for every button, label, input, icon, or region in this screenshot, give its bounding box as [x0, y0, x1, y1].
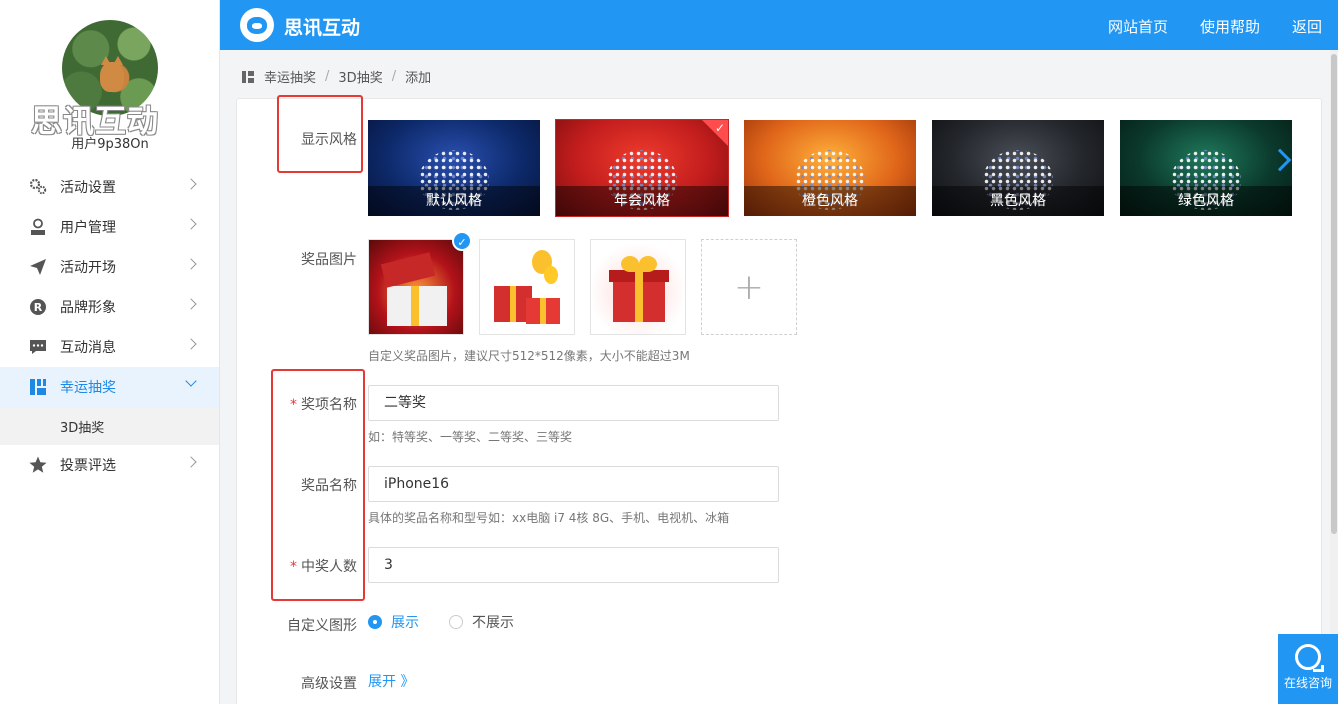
- chevron-down-icon: [185, 375, 197, 387]
- breadcrumb: 幸运抽奖 / 3D抽奖 / 添加: [242, 67, 431, 86]
- username: 用户9p38On: [71, 137, 149, 152]
- expand-advanced-link[interactable]: 展开 》: [368, 671, 414, 691]
- award-name-input[interactable]: 二等奖: [368, 385, 779, 421]
- style-gallery: 默认风格 ✓ 年会风格 橙色风格 黑色风格 绿色风格: [368, 119, 1292, 217]
- scrollbar-thumb[interactable]: [1331, 54, 1337, 534]
- nav-home-link[interactable]: 网站首页: [1108, 16, 1168, 37]
- breadcrumb-3d-draw[interactable]: 3D抽奖: [338, 67, 382, 86]
- main-content: 幸运抽奖 / 3D抽奖 / 添加 显示风格 默认风格 ✓ 年会风格 橙色风格 黑…: [220, 50, 1330, 704]
- chevron-right-icon: [185, 178, 197, 190]
- sidebar-item-label: 投票评选: [60, 458, 116, 474]
- logo-text: 思讯互动: [284, 17, 361, 39]
- svg-text:R: R: [34, 301, 43, 314]
- form-card: 显示风格 默认风格 ✓ 年会风格 橙色风格 黑色风格 绿色风格 奖品图片 ✓ +…: [236, 95, 1322, 704]
- prize-image-3[interactable]: [590, 239, 686, 335]
- top-nav: 网站首页 使用帮助 返回: [1108, 16, 1322, 37]
- breadcrumb-add: 添加: [405, 71, 432, 86]
- prize-image-2[interactable]: [479, 239, 575, 335]
- breadcrumb-lucky-draw[interactable]: 幸运抽奖: [264, 67, 316, 86]
- sidebar-item-voting[interactable]: 投票评选: [0, 445, 219, 485]
- scrollbar[interactable]: [1330, 50, 1338, 704]
- logo-icon: [240, 8, 274, 42]
- style-option-label: 绿色风格: [1120, 186, 1292, 216]
- award-name-hint: 如：特等奖、一等奖、二等奖、三等奖: [368, 430, 573, 444]
- add-prize-image-button[interactable]: +: [701, 239, 797, 335]
- chevron-right-icon[interactable]: [1268, 148, 1292, 172]
- message-icon: [28, 337, 48, 357]
- custom-shape-radio-group: 展示 不展示: [368, 612, 514, 632]
- consult-label: 在线咨询: [1283, 676, 1332, 690]
- annotation-box-style: [277, 95, 363, 173]
- headset-icon: [1295, 644, 1324, 672]
- radio-show-label[interactable]: 展示: [391, 612, 419, 632]
- style-option-label: 年会风格: [556, 186, 728, 216]
- prize-image-hint: 自定义奖品图片，建议尺寸512*512像素，大小不能超过3M: [368, 349, 690, 363]
- sidebar-item-label: 活动开场: [60, 260, 116, 276]
- sidebar-item-brand-image[interactable]: R 品牌形象: [0, 287, 219, 327]
- style-option-label: 黑色风格: [932, 186, 1104, 216]
- custom-shape-label: 自定义图形: [287, 618, 357, 634]
- star-icon: [28, 455, 48, 475]
- style-option-label: 默认风格: [368, 186, 540, 216]
- sidebar-item-messages[interactable]: 互动消息: [0, 327, 219, 367]
- sidebar-item-label: 幸运抽奖: [60, 380, 116, 396]
- chevron-right-icon: [185, 258, 197, 270]
- prize-image-list: ✓ +: [368, 231, 797, 335]
- prize-image-label: 奖品图片: [301, 252, 357, 268]
- sidebar-item-lucky-draw[interactable]: 幸运抽奖: [0, 367, 219, 407]
- check-icon: ✓: [452, 231, 472, 251]
- top-header: 思讯互动 网站首页 使用帮助 返回: [220, 0, 1338, 50]
- style-option-annual[interactable]: ✓ 年会风格: [555, 119, 729, 217]
- winner-count-input[interactable]: 3: [368, 547, 779, 583]
- sidebar-item-user-management[interactable]: 用户管理: [0, 207, 219, 247]
- style-option-orange[interactable]: 橙色风格: [744, 120, 916, 216]
- style-option-green[interactable]: 绿色风格: [1120, 120, 1292, 216]
- prize-name-input[interactable]: iPhone16: [368, 466, 779, 502]
- registered-icon: R: [28, 297, 48, 317]
- paper-plane-icon: [28, 257, 48, 277]
- style-option-label: 橙色风格: [744, 186, 916, 216]
- radio-show[interactable]: [368, 615, 382, 629]
- nav-back-link[interactable]: 返回: [1292, 16, 1322, 37]
- chevron-right-icon: [185, 218, 197, 230]
- prize-name-hint: 具体的奖品名称和型号如：xx电脑 i7 4核 8G、手机、电视机、冰箱: [368, 511, 730, 525]
- radio-hide-label[interactable]: 不展示: [472, 612, 514, 632]
- cat-photo: [100, 56, 124, 92]
- sidebar-subitem-3d-draw[interactable]: 3D抽奖: [0, 407, 219, 445]
- prize-image-1[interactable]: ✓: [368, 231, 472, 335]
- advanced-settings-label: 高级设置: [301, 676, 357, 692]
- sidebar-item-activity-opening[interactable]: 活动开场: [0, 247, 219, 287]
- sidebar-item-label: 品牌形象: [60, 300, 116, 316]
- sidebar: 思讯互动 用户9p38On 活动设置 用户管理 活动开场 R 品牌形象 互动消息…: [0, 0, 220, 704]
- check-icon: ✓: [714, 121, 725, 135]
- style-option-black[interactable]: 黑色风格: [932, 120, 1104, 216]
- online-consult-button[interactable]: 在线咨询: [1278, 634, 1338, 704]
- annotation-box-fields: [271, 369, 365, 601]
- chevron-right-icon: [185, 298, 197, 310]
- chevron-right-icon: [185, 456, 197, 468]
- sidebar-item-label: 活动设置: [60, 180, 116, 196]
- gears-icon: [28, 177, 48, 197]
- lottery-icon: [242, 70, 254, 83]
- sidebar-item-label: 互动消息: [60, 340, 116, 356]
- user-icon: [28, 217, 48, 237]
- sidebar-menu: 活动设置 用户管理 活动开场 R 品牌形象 互动消息 幸运抽奖 3D抽奖 投票评…: [0, 167, 219, 485]
- sidebar-item-activity-settings[interactable]: 活动设置: [0, 167, 219, 207]
- chevron-right-icon: [185, 338, 197, 350]
- lottery-icon: [28, 377, 48, 397]
- sidebar-item-label: 用户管理: [60, 220, 116, 236]
- nav-help-link[interactable]: 使用帮助: [1200, 16, 1260, 37]
- radio-hide[interactable]: [449, 615, 463, 629]
- style-option-default[interactable]: 默认风格: [368, 120, 540, 216]
